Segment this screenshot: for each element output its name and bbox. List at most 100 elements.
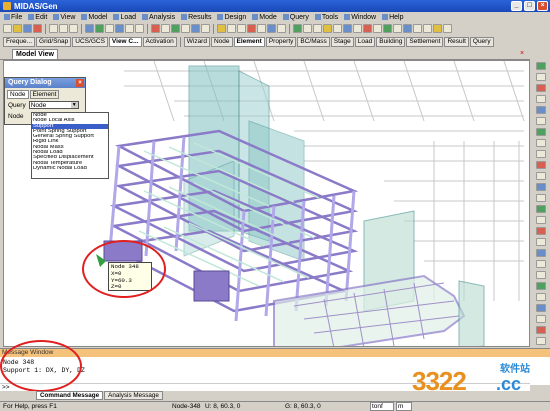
redo-icon[interactable] bbox=[69, 24, 78, 33]
show-icon[interactable] bbox=[535, 238, 546, 246]
close-icon[interactable]: × bbox=[76, 79, 84, 87]
animate-icon[interactable] bbox=[535, 326, 546, 334]
table-icon[interactable] bbox=[343, 24, 352, 33]
menu-file[interactable]: File bbox=[4, 14, 22, 21]
query-type-select[interactable]: Node ▼ bbox=[28, 101, 79, 109]
menu-edit[interactable]: Edit bbox=[28, 14, 47, 21]
tab-wizard[interactable]: Wizard bbox=[183, 37, 210, 47]
tab-element[interactable]: Element bbox=[233, 37, 265, 47]
menu-analysis[interactable]: Analysis bbox=[142, 14, 175, 21]
tab-grid-snap[interactable]: Grid/Snap bbox=[36, 37, 72, 47]
snap-icon[interactable] bbox=[303, 24, 312, 33]
query-tab-node[interactable]: Node bbox=[7, 90, 29, 99]
close-file-icon[interactable] bbox=[33, 24, 42, 33]
wireframe-icon[interactable] bbox=[535, 249, 546, 257]
hide-icon[interactable] bbox=[535, 227, 546, 235]
menu-model[interactable]: Model bbox=[81, 14, 107, 21]
tab-analysis-message[interactable]: Analysis Message bbox=[104, 391, 163, 400]
walk-icon[interactable] bbox=[535, 304, 546, 312]
shade-icon[interactable] bbox=[535, 260, 546, 268]
tab-query[interactable]: Query bbox=[469, 37, 494, 47]
tree-icon[interactable] bbox=[333, 24, 342, 33]
perspective-icon[interactable] bbox=[413, 24, 422, 33]
measure-icon[interactable] bbox=[373, 24, 382, 33]
refresh-icon[interactable] bbox=[383, 24, 392, 33]
zoom-in-icon[interactable] bbox=[535, 139, 546, 147]
pan-icon[interactable] bbox=[95, 24, 104, 33]
tab-activation[interactable]: Activation bbox=[142, 37, 177, 47]
tab-stage[interactable]: Stage bbox=[330, 37, 354, 47]
view-left-icon[interactable] bbox=[535, 84, 546, 92]
menu-window[interactable]: Window bbox=[344, 14, 376, 21]
select-icon[interactable] bbox=[217, 24, 226, 33]
activate-all-icon[interactable] bbox=[277, 24, 286, 33]
minimize-button[interactable]: _ bbox=[511, 1, 522, 11]
regen-icon[interactable] bbox=[393, 24, 402, 33]
view-right-icon[interactable] bbox=[535, 95, 546, 103]
menu-tools[interactable]: Tools bbox=[314, 14, 338, 21]
rotate-view-icon[interactable] bbox=[535, 183, 546, 191]
dropdown-option[interactable]: Dynamic Nodal Load bbox=[32, 166, 108, 171]
hidden-line-icon[interactable] bbox=[535, 271, 546, 279]
display-icon[interactable] bbox=[181, 24, 190, 33]
hidden-icon[interactable] bbox=[161, 24, 170, 33]
maximize-button[interactable]: □ bbox=[524, 1, 535, 11]
grid-icon[interactable] bbox=[293, 24, 302, 33]
node-number-icon[interactable] bbox=[191, 24, 200, 33]
tab-command-message[interactable]: Command Message bbox=[36, 391, 104, 400]
zoom-fit-icon[interactable] bbox=[535, 161, 546, 169]
chevron-down-icon[interactable]: ▼ bbox=[70, 102, 78, 108]
tab-frequent[interactable]: Freque... bbox=[3, 37, 36, 47]
front-view-icon[interactable] bbox=[135, 24, 144, 33]
close-button[interactable]: × bbox=[537, 1, 548, 11]
element-number-icon[interactable] bbox=[201, 24, 210, 33]
undo-icon[interactable] bbox=[59, 24, 68, 33]
analysis-run-icon[interactable] bbox=[151, 24, 160, 33]
shrink-icon[interactable] bbox=[171, 24, 180, 33]
rotate-icon[interactable] bbox=[105, 24, 114, 33]
capture-icon[interactable] bbox=[535, 315, 546, 323]
inactivate-icon[interactable] bbox=[267, 24, 276, 33]
close-view-icon[interactable]: × bbox=[520, 50, 528, 58]
view-top-icon[interactable] bbox=[535, 62, 546, 70]
view-front-icon[interactable] bbox=[535, 106, 546, 114]
polygon-select-icon[interactable] bbox=[237, 24, 246, 33]
view-bottom-icon[interactable] bbox=[535, 73, 546, 81]
material-icon[interactable] bbox=[443, 24, 452, 33]
view-iso-icon[interactable] bbox=[535, 128, 546, 136]
fly-icon[interactable] bbox=[535, 293, 546, 301]
menu-load[interactable]: Load bbox=[113, 14, 136, 21]
light-view-icon[interactable] bbox=[535, 337, 546, 345]
query-element-icon[interactable] bbox=[363, 24, 372, 33]
tab-ucs-gcs[interactable]: UCS/GCS bbox=[72, 37, 108, 47]
tab-view-control[interactable]: View C... bbox=[108, 37, 142, 47]
new-file-icon[interactable] bbox=[3, 24, 12, 33]
zoom-icon[interactable] bbox=[85, 24, 94, 33]
ucs-icon[interactable] bbox=[313, 24, 322, 33]
view-back-icon[interactable] bbox=[535, 117, 546, 125]
tab-property[interactable]: Property bbox=[265, 37, 297, 47]
tab-bc-mass[interactable]: BC/Mass bbox=[297, 37, 330, 47]
open-file-icon[interactable] bbox=[13, 24, 22, 33]
previous-view-icon[interactable] bbox=[535, 205, 546, 213]
query-type-dropdown[interactable]: Node Node Local Axis Support Point Sprin… bbox=[31, 112, 109, 179]
tab-building[interactable]: Building bbox=[376, 37, 406, 47]
menu-help[interactable]: Help bbox=[382, 14, 404, 21]
top-view-icon[interactable] bbox=[125, 24, 134, 33]
activate-icon[interactable] bbox=[257, 24, 266, 33]
print-icon[interactable] bbox=[49, 24, 58, 33]
pan-view-icon[interactable] bbox=[535, 172, 546, 180]
next-view-icon[interactable] bbox=[535, 216, 546, 224]
menu-results[interactable]: Results bbox=[181, 14, 211, 21]
menu-design[interactable]: Design bbox=[217, 14, 246, 21]
tab-result[interactable]: Result bbox=[444, 37, 469, 47]
zoom-out-icon[interactable] bbox=[535, 150, 546, 158]
light-icon[interactable] bbox=[423, 24, 432, 33]
tab-load[interactable]: Load bbox=[354, 37, 376, 47]
unselect-icon[interactable] bbox=[247, 24, 256, 33]
tab-settlement[interactable]: Settlement bbox=[406, 37, 444, 47]
iso-view-icon[interactable] bbox=[115, 24, 124, 33]
property-icon[interactable] bbox=[323, 24, 332, 33]
save-icon[interactable] bbox=[23, 24, 32, 33]
window-select-icon[interactable] bbox=[227, 24, 236, 33]
